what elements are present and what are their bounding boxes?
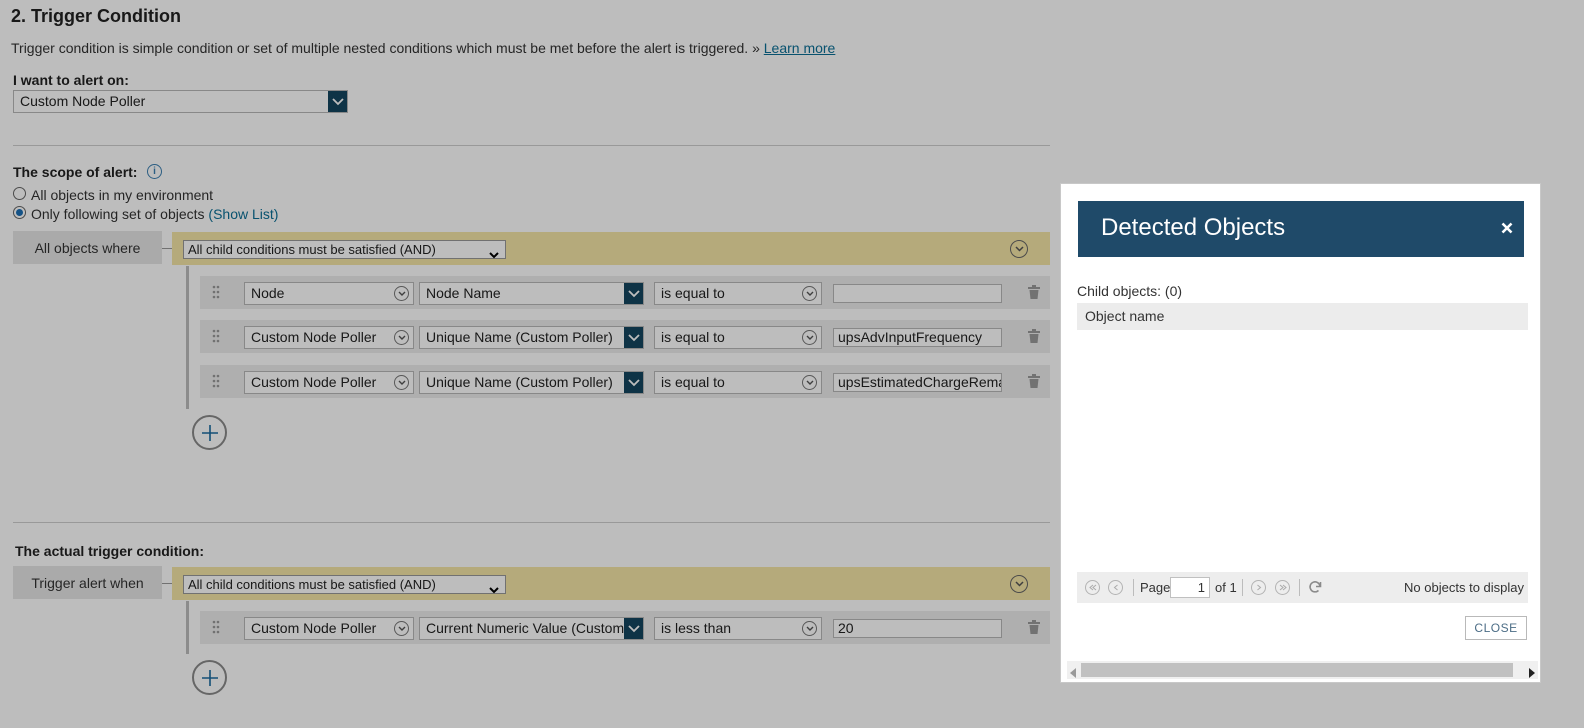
scroll-left-icon[interactable] (1070, 665, 1076, 681)
scrollbar-thumb[interactable] (1081, 663, 1513, 677)
detected-objects-dialog: Detected Objects Child objects: (0) Obje… (1060, 183, 1541, 683)
horizontal-scrollbar[interactable] (1067, 661, 1538, 679)
page-label: Page (1140, 580, 1171, 595)
pager-separator (1242, 579, 1243, 596)
first-page-icon[interactable] (1085, 580, 1100, 595)
page-number-input[interactable]: 1 (1170, 577, 1210, 598)
scroll-right-icon[interactable] (1529, 665, 1535, 681)
last-page-icon[interactable] (1275, 580, 1290, 595)
pager: Page 1 of 1 No objects to display (1077, 572, 1528, 603)
page-of-label: of 1 (1215, 580, 1237, 595)
pager-separator (1133, 579, 1134, 596)
close-icon[interactable] (1501, 221, 1513, 237)
close-button[interactable]: CLOSE (1465, 616, 1527, 640)
pager-status: No objects to display (1404, 580, 1524, 595)
next-page-icon[interactable] (1251, 580, 1266, 595)
refresh-icon[interactable] (1307, 579, 1323, 598)
pager-separator (1299, 579, 1300, 596)
dialog-header: Detected Objects (1078, 201, 1524, 257)
column-header-object-name[interactable]: Object name (1077, 303, 1528, 330)
child-objects-count: Child objects: (0) (1077, 283, 1183, 299)
prev-page-icon[interactable] (1108, 580, 1123, 595)
objects-grid-body (1077, 330, 1528, 572)
dialog-title: Detected Objects (1101, 214, 1286, 241)
